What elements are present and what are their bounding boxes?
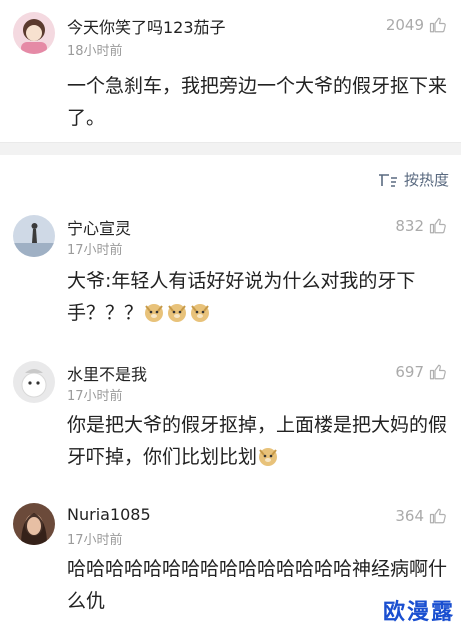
comment-username[interactable]: Nuria1085 xyxy=(67,505,151,524)
sort-label: 按热度 xyxy=(403,171,449,189)
comment-username[interactable]: 宁心宣灵 xyxy=(67,215,131,239)
watermark: 欧漫露 xyxy=(382,600,455,625)
like-count: 2049 xyxy=(385,16,424,34)
thumbs-up-icon xyxy=(429,17,446,33)
comment-like-button[interactable]: 697 xyxy=(395,363,447,381)
doge-emoji-icon xyxy=(166,301,188,323)
section-divider xyxy=(0,142,461,155)
thumbs-up-icon xyxy=(429,508,446,524)
avatar[interactable] xyxy=(13,12,55,54)
comment-username[interactable]: 水里不是我 xyxy=(67,361,147,385)
sort-bar: 按热度 xyxy=(0,155,461,203)
comment-time: 17小时前 xyxy=(67,533,123,548)
comment-time: 17小时前 xyxy=(67,389,123,404)
comment-time: 17小时前 xyxy=(67,243,123,258)
thumbs-up-icon xyxy=(429,218,446,234)
comment-item: 宁心宣灵 17小时前 832 大爷:年轻人有话好好说为什么对我的牙下手？？？ xyxy=(0,203,461,351)
comment-text-content: 大爷:年轻人有话好好说为什么对我的牙下手？？？ xyxy=(67,270,416,324)
post-like-button[interactable]: 2049 xyxy=(386,16,447,34)
doge-emoji-icon xyxy=(189,301,211,323)
comment-like-button[interactable]: 832 xyxy=(395,217,447,235)
thumbs-up-icon xyxy=(429,364,446,380)
like-count: 697 xyxy=(395,363,424,381)
doge-emoji-icon xyxy=(143,301,165,323)
comment-text: 你是把大爷的假牙抠掉，上面楼是把大妈的假牙吓掉，你们比划比划 xyxy=(67,409,447,473)
post-text: 一个急刹车，我把旁边一个大爷的假牙抠下来了。 xyxy=(67,75,448,129)
avatar[interactable] xyxy=(13,361,55,403)
post-time: 18小时前 xyxy=(67,44,123,59)
sort-by-hot-button[interactable]: 按热度 xyxy=(378,169,449,190)
like-count: 364 xyxy=(395,507,424,525)
like-count: 832 xyxy=(395,217,424,235)
post-username[interactable]: 今天你笑了吗123茄子 xyxy=(67,14,226,38)
comment-text: 大爷:年轻人有话好好说为什么对我的牙下手？？？ xyxy=(67,265,447,329)
comment-item: 水里不是我 17小时前 697 你是把大爷的假牙抠掉，上面楼是把大妈的假牙吓掉，… xyxy=(0,351,461,497)
doge-emoji-icon xyxy=(257,445,279,467)
sort-icon xyxy=(378,173,397,187)
avatar[interactable] xyxy=(13,215,55,257)
comment-like-button[interactable]: 364 xyxy=(395,507,447,525)
avatar[interactable] xyxy=(13,503,55,545)
original-post: 今天你笑了吗123茄子 18小时前 2049 一个急刹车，我把旁边一个大爷的假牙… xyxy=(0,0,461,142)
